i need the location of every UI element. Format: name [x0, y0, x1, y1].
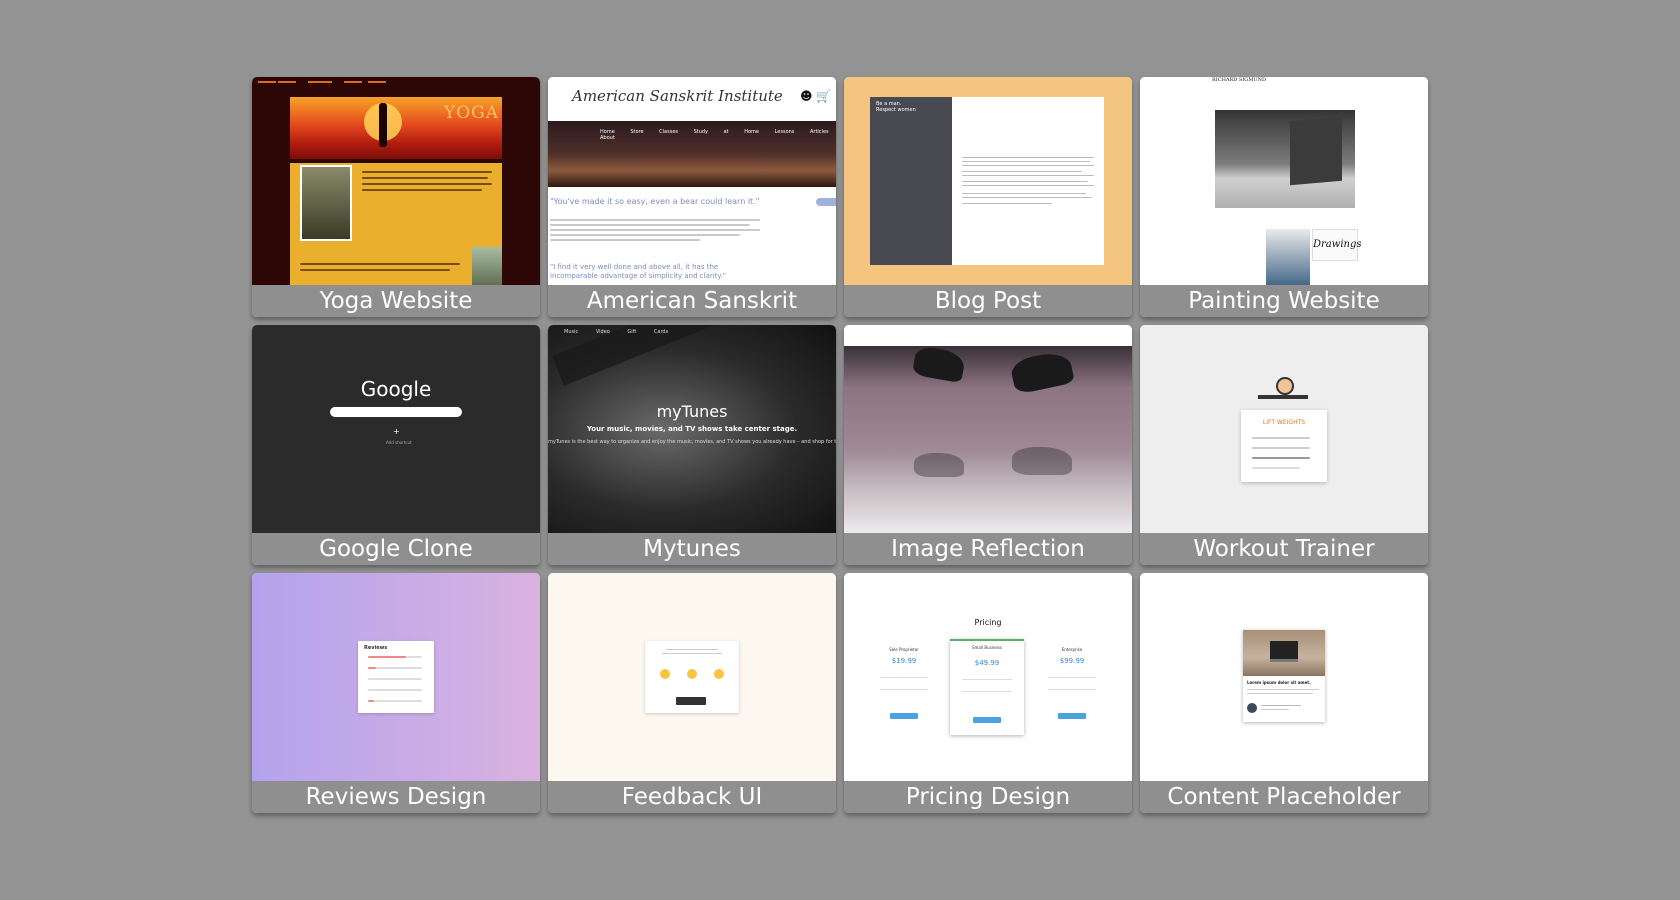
- project-card-blog-post[interactable]: Be a man. Respect women Blog Post: [844, 77, 1132, 317]
- project-title: Google Clone: [252, 533, 540, 565]
- project-title: Image Reflection: [844, 533, 1132, 565]
- project-card-american-sanskrit[interactable]: American Sanskrit Institute ☻ 🛒 Home Sto…: [548, 77, 836, 317]
- avatar: [1247, 703, 1257, 713]
- project-title: Blog Post: [844, 285, 1132, 317]
- yoga-banner-title: YOGA: [444, 103, 500, 123]
- unhappy-emoji-icon: [660, 669, 670, 679]
- search-bar: [330, 407, 462, 417]
- workout-trainer-thumbnail: LIFT WEIGHTS: [1140, 325, 1428, 535]
- project-card-reviews-design[interactable]: Reviews Reviews Design: [252, 573, 540, 813]
- project-card-workout-trainer[interactable]: LIFT WEIGHTS Workout Trainer: [1140, 325, 1428, 565]
- content-placeholder-thumbnail: Lorem ipsum dolor sit amet.: [1140, 573, 1428, 783]
- pricing-design-thumbnail: Pricing Sole Proprietor Small Business E…: [844, 573, 1132, 783]
- weightlifter-icon: [1276, 377, 1294, 395]
- gallery-image: [1266, 229, 1310, 287]
- project-title: Yoga Website: [252, 285, 540, 317]
- project-title: Painting Website: [1140, 285, 1428, 317]
- happy-emoji-icon: [714, 669, 724, 679]
- yoga-website-thumbnail: YOGA: [252, 77, 540, 287]
- project-card-feedback-ui[interactable]: Feedback UI: [548, 573, 836, 813]
- project-grid: YOGA Yoga Website American Sanskrit Inst…: [252, 77, 1428, 813]
- project-card-painting-website[interactable]: RICHARD SIGMUND Drawings Painting Websit…: [1140, 77, 1428, 317]
- project-title: Mytunes: [548, 533, 836, 565]
- project-title: Content Placeholder: [1140, 781, 1428, 813]
- project-card-content-placeholder[interactable]: Lorem ipsum dolor sit amet. Content Plac…: [1140, 573, 1428, 813]
- project-title: Workout Trainer: [1140, 533, 1428, 565]
- project-title: Feedback UI: [548, 781, 836, 813]
- project-title: Pricing Design: [844, 781, 1132, 813]
- feedback-ui-thumbnail: [548, 573, 836, 783]
- shoe-image: [1009, 349, 1075, 395]
- project-card-google-clone[interactable]: Google + Add shortcut Google Clone: [252, 325, 540, 565]
- yoga-photo: [300, 165, 352, 241]
- project-card-image-reflection[interactable]: Image Reflection: [844, 325, 1132, 565]
- image-reflection-thumbnail: [844, 325, 1132, 535]
- reviews-design-thumbnail: Reviews: [252, 573, 540, 783]
- american-sanskrit-thumbnail: American Sanskrit Institute ☻ 🛒 Home Sto…: [548, 77, 836, 287]
- blog-post-thumbnail: Be a man. Respect women: [844, 77, 1132, 287]
- project-card-yoga-website[interactable]: YOGA Yoga Website: [252, 77, 540, 317]
- shoe-image: [911, 344, 967, 384]
- project-card-pricing-design[interactable]: Pricing Sole Proprietor Small Business E…: [844, 573, 1132, 813]
- google-clone-thumbnail: Google + Add shortcut: [252, 325, 540, 535]
- yoga-photo: [472, 247, 502, 287]
- project-card-mytunes[interactable]: Music Video Gift Cards myTunes Your musi…: [548, 325, 836, 565]
- painting-website-thumbnail: RICHARD SIGMUND Drawings: [1140, 77, 1428, 287]
- project-title: American Sanskrit: [548, 285, 836, 317]
- mytunes-thumbnail: Music Video Gift Cards myTunes Your musi…: [548, 325, 836, 535]
- project-title: Reviews Design: [252, 781, 540, 813]
- neutral-emoji-icon: [687, 669, 697, 679]
- user-cart-icon: ☻ 🛒: [800, 89, 832, 103]
